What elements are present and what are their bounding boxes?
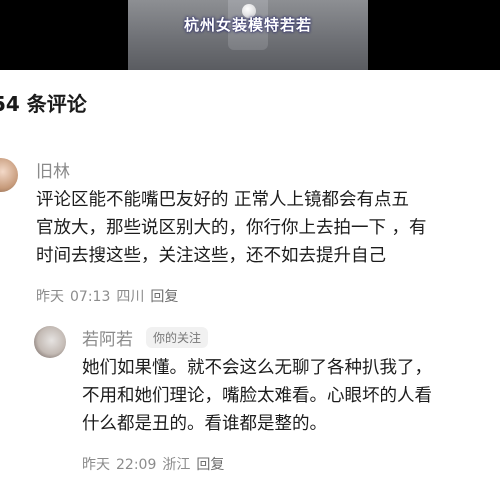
comment-date: 昨天 xyxy=(82,457,110,473)
comment-time: 22:09 xyxy=(116,457,157,473)
avatar[interactable] xyxy=(34,326,66,358)
reply-button[interactable]: 回复 xyxy=(150,289,178,305)
video-frame: 杭州女装模特若若 xyxy=(128,0,368,70)
video-player[interactable]: 杭州女装模特若若 xyxy=(0,0,500,70)
avatar[interactable] xyxy=(0,158,18,192)
comment-date: 昨天 xyxy=(36,289,64,305)
comment-text[interactable]: 她们如果懂。就不会这么无聊了各种扒我了， 不用和她们理论，嘴脸太难看。心眼坏的人… xyxy=(82,354,482,438)
comment-username[interactable]: 若阿若 xyxy=(82,325,133,350)
video-caption: 杭州女装模特若若 xyxy=(183,16,312,34)
comment-meta: 昨天 22:09 浙江 回复 xyxy=(82,454,230,474)
following-badge: 你的关注 xyxy=(146,327,209,348)
reply-button[interactable]: 回复 xyxy=(196,457,224,473)
comment-location: 四川 xyxy=(116,289,145,305)
comment-location: 浙江 xyxy=(162,457,191,473)
comment-username[interactable]: 旧林 xyxy=(36,157,70,182)
comment-count: 54 条评论 xyxy=(0,92,87,116)
comment-time: 07:13 xyxy=(70,289,111,305)
comment-text[interactable]: 评论区能不能嘴巴友好的 正常人上镜都会有点五 官放大，那些说区别大的，你行你上去… xyxy=(36,186,476,270)
comment-meta: 昨天 07:13 四川 回复 xyxy=(36,286,184,306)
